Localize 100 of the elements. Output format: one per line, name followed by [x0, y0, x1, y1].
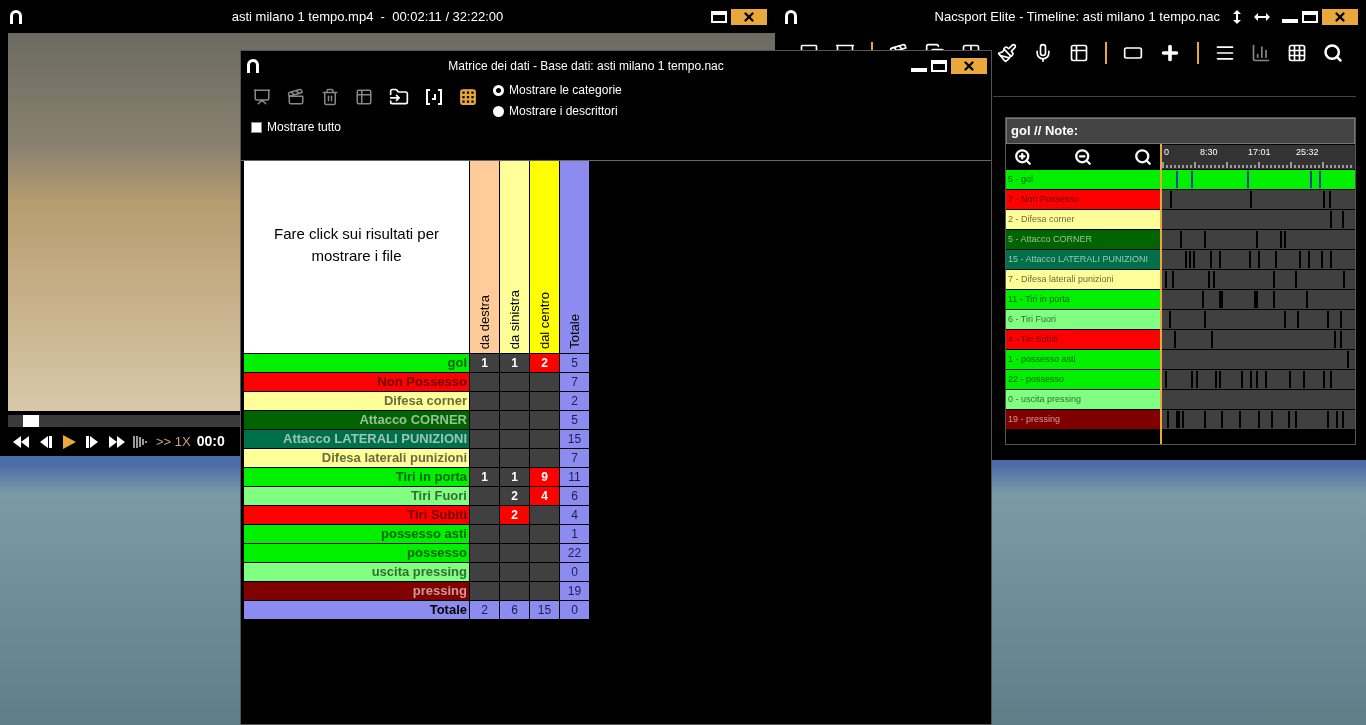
grid-icon[interactable]	[459, 88, 477, 106]
folder-icon[interactable]	[389, 87, 409, 107]
result-cell[interactable]	[500, 430, 529, 448]
column-header[interactable]: dal centro	[530, 161, 559, 353]
category-label[interactable]: 4 - Tiri Subiti	[1006, 330, 1160, 349]
category-label[interactable]: 6 - Tiri Fuori	[1006, 310, 1160, 329]
category-label[interactable]: 5 - Attacco CORNER	[1006, 230, 1160, 249]
result-cell[interactable]	[530, 411, 559, 429]
maximize-button[interactable]	[931, 60, 947, 72]
event-track[interactable]	[1162, 210, 1355, 229]
result-cell[interactable]: 2	[500, 506, 529, 524]
play-icon[interactable]	[60, 432, 78, 451]
result-cell[interactable]	[470, 563, 499, 581]
category-label[interactable]: possesso asti	[244, 525, 469, 543]
event-track[interactable]	[1162, 350, 1355, 369]
category-label[interactable]: Difesa laterali punizioni	[244, 449, 469, 467]
zoom-in-icon[interactable]	[1014, 148, 1032, 166]
category-label[interactable]: 7 - Non Possesso	[1006, 190, 1160, 209]
result-cell[interactable]	[470, 544, 499, 562]
result-cell[interactable]	[470, 525, 499, 543]
category-label[interactable]: 0 - uscita pressing	[1006, 390, 1160, 409]
result-cell[interactable]	[530, 373, 559, 391]
result-cell[interactable]	[530, 392, 559, 410]
result-cell[interactable]	[530, 563, 559, 581]
clapperboard-icon[interactable]	[287, 88, 305, 106]
result-cell[interactable]	[530, 544, 559, 562]
playback-speed[interactable]: >> 1X	[156, 431, 191, 452]
result-cell[interactable]	[470, 506, 499, 524]
result-cell[interactable]	[470, 373, 499, 391]
result-cell[interactable]	[470, 582, 499, 600]
checkbox[interactable]	[251, 121, 262, 133]
presentation-icon[interactable]	[253, 88, 271, 106]
radio-option[interactable]: Mostrare i descrittori	[493, 102, 622, 120]
result-cell[interactable]	[530, 430, 559, 448]
result-cell[interactable]	[470, 487, 499, 505]
category-label[interactable]: gol	[244, 354, 469, 372]
category-label[interactable]: uscita pressing	[244, 563, 469, 581]
event-track[interactable]	[1162, 330, 1355, 349]
progress-thumb[interactable]	[23, 415, 40, 427]
list-icon[interactable]	[1215, 43, 1235, 63]
event-track[interactable]	[1162, 410, 1355, 429]
microphone-icon[interactable]	[1033, 43, 1053, 63]
result-cell[interactable]	[470, 411, 499, 429]
result-cell[interactable]	[530, 525, 559, 543]
result-cell[interactable]	[500, 411, 529, 429]
horizontal-resize-icon[interactable]	[1254, 11, 1270, 22]
result-cell[interactable]: 1	[470, 354, 499, 372]
zoom-out-icon[interactable]	[1074, 148, 1092, 166]
result-cell[interactable]	[470, 430, 499, 448]
search-icon[interactable]	[1323, 43, 1343, 63]
result-cell[interactable]	[500, 582, 529, 600]
category-label[interactable]: pressing	[244, 582, 469, 600]
category-label[interactable]: Attacco CORNER	[244, 411, 469, 429]
radio-button[interactable]	[493, 105, 504, 117]
category-label[interactable]: 2 - Difesa corner	[1006, 210, 1160, 229]
event-track[interactable]	[1162, 230, 1355, 249]
column-header[interactable]: da sinistra	[500, 161, 529, 353]
trash-icon[interactable]	[321, 88, 339, 106]
result-cell[interactable]	[530, 582, 559, 600]
category-label[interactable]: 22 - possesso	[1006, 370, 1160, 389]
event-track[interactable]	[1162, 250, 1355, 269]
event-track[interactable]	[1162, 170, 1355, 189]
maximize-button[interactable]	[711, 10, 727, 23]
vertical-resize-icon[interactable]	[1232, 9, 1242, 24]
table-icon[interactable]	[355, 88, 373, 106]
column-header[interactable]: Totale	[560, 161, 589, 353]
checkbox-label[interactable]: Mostrare tutto	[267, 118, 342, 136]
category-label[interactable]: 19 - pressing	[1006, 410, 1160, 429]
result-cell[interactable]: 2	[530, 354, 559, 372]
result-cell[interactable]	[500, 392, 529, 410]
result-cell[interactable]	[500, 544, 529, 562]
brackets-icon[interactable]	[425, 89, 443, 105]
minimize-button[interactable]	[1282, 18, 1298, 23]
category-label[interactable]: 7 - Difesa laterali punizioni	[1006, 270, 1160, 289]
radio-button[interactable]	[493, 84, 504, 96]
column-header[interactable]: da destra	[470, 161, 499, 353]
category-label[interactable]: possesso	[244, 544, 469, 562]
add-icon[interactable]	[1159, 42, 1181, 64]
close-button[interactable]	[731, 8, 767, 25]
result-cell[interactable]	[530, 506, 559, 524]
result-cell[interactable]: 9	[530, 468, 559, 486]
result-cell[interactable]	[470, 449, 499, 467]
result-cell[interactable]: 1	[470, 468, 499, 486]
zoom-reset-icon[interactable]	[1134, 148, 1152, 166]
category-label[interactable]: Tiri Subiti	[244, 506, 469, 524]
category-label[interactable]: Tiri Fuori	[244, 487, 469, 505]
result-cell[interactable]: 1	[500, 468, 529, 486]
result-cell[interactable]	[500, 449, 529, 467]
result-cell[interactable]	[500, 525, 529, 543]
result-cell[interactable]	[500, 373, 529, 391]
event-track[interactable]	[1162, 390, 1355, 409]
bar-chart-icon[interactable]	[1251, 43, 1271, 63]
result-cell[interactable]: 1	[500, 354, 529, 372]
result-cell[interactable]	[530, 449, 559, 467]
event-track[interactable]	[1162, 190, 1355, 209]
result-cell[interactable]	[470, 392, 499, 410]
category-label[interactable]: 15 - Attacco LATERALI PUNIZIONI	[1006, 250, 1160, 269]
event-track[interactable]	[1162, 370, 1355, 389]
close-button[interactable]	[951, 58, 987, 74]
maximize-button[interactable]	[1302, 10, 1318, 23]
